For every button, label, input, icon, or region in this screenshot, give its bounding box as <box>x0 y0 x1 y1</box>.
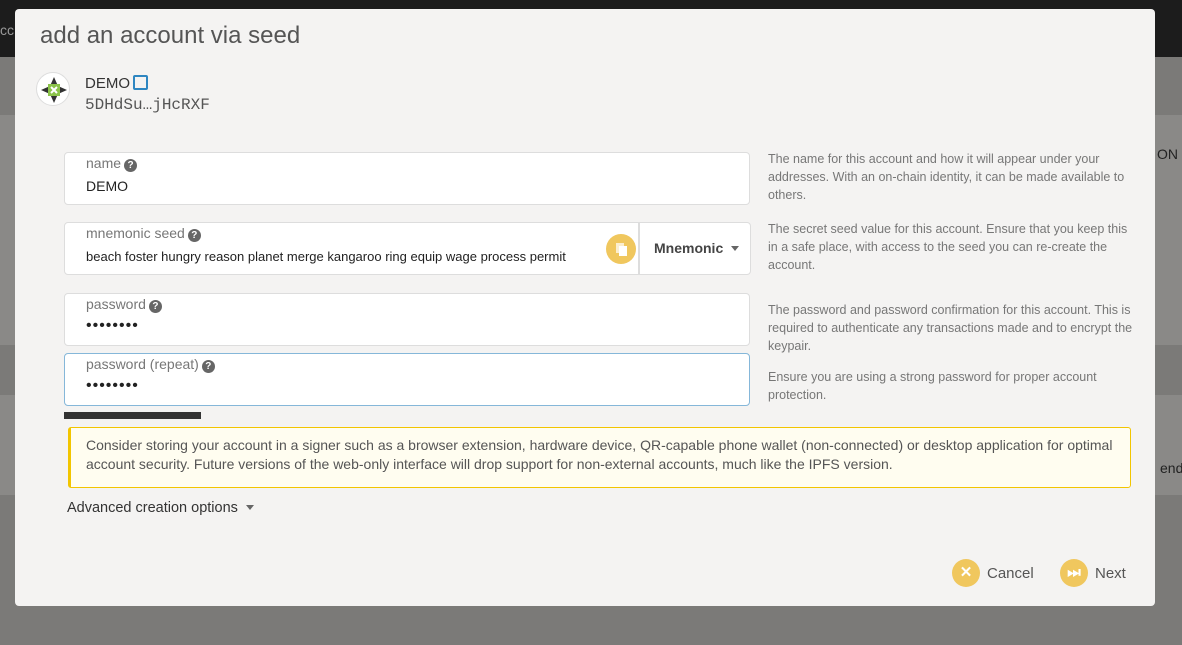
copy-icon[interactable] <box>606 234 636 264</box>
next-label: Next <box>1095 564 1126 582</box>
password-repeat-label: password (repeat) <box>86 356 199 372</box>
advanced-options-label: Advanced creation options <box>67 500 238 516</box>
add-account-modal: add an account via seed DEMO 5DHdSu…jHcR… <box>15 9 1155 606</box>
edit-icon[interactable] <box>133 75 148 90</box>
seed-input[interactable]: beach foster hungry reason planet merge … <box>86 249 566 264</box>
seed-label: mnemonic seed <box>86 225 185 241</box>
password-label: password <box>86 296 146 312</box>
identicon-avatar[interactable] <box>36 72 70 106</box>
help-icon[interactable]: ? <box>148 300 162 313</box>
password-repeat-field[interactable]: password (repeat)? •••••••• <box>64 353 750 406</box>
security-warning: Consider storing your account in a signe… <box>68 427 1131 488</box>
background-text: ON <box>1157 146 1178 162</box>
name-help: The name for this account and how it wil… <box>768 152 1125 202</box>
name-label: name <box>86 155 122 171</box>
help-icon[interactable]: ? <box>187 229 201 242</box>
modal-title: add an account via seed <box>40 22 301 49</box>
password-help: The password and password confirmation f… <box>768 303 1133 353</box>
password-repeat-input[interactable]: •••••••• <box>86 377 139 395</box>
close-icon: ✕ <box>952 559 980 587</box>
cancel-label: Cancel <box>987 564 1034 582</box>
advanced-options-toggle[interactable]: Advanced creation options <box>67 500 254 516</box>
account-name: DEMO <box>85 75 130 92</box>
name-field[interactable]: name? DEMO <box>64 152 750 205</box>
caret-down-icon <box>245 505 254 514</box>
help-icon[interactable]: ? <box>201 360 215 373</box>
account-address: 5DHdSu…jHcRXF <box>85 96 210 114</box>
background-text: end <box>1160 460 1182 476</box>
caret-down-icon <box>731 246 740 255</box>
seed-type-value: Mnemonic <box>654 240 724 256</box>
password-strength-bar <box>64 412 201 419</box>
seed-help: The secret seed value for this account. … <box>768 222 1128 272</box>
password-input[interactable]: •••••••• <box>86 317 139 335</box>
password-field[interactable]: password? •••••••• <box>64 293 750 346</box>
help-icon[interactable]: ? <box>124 159 138 172</box>
name-input[interactable]: DEMO <box>86 178 128 194</box>
background-text: cc <box>0 22 14 38</box>
mnemonic-seed-field[interactable]: mnemonic seed? beach foster hungry reaso… <box>64 222 639 275</box>
cancel-button[interactable]: ✕ Cancel <box>952 558 1034 588</box>
password-repeat-help: Ensure you are using a strong password f… <box>768 370 1097 402</box>
next-button[interactable]: ⏭ Next <box>1060 558 1126 588</box>
step-forward-icon: ⏭ <box>1060 559 1088 587</box>
seed-type-dropdown[interactable]: Mnemonic <box>639 222 751 275</box>
